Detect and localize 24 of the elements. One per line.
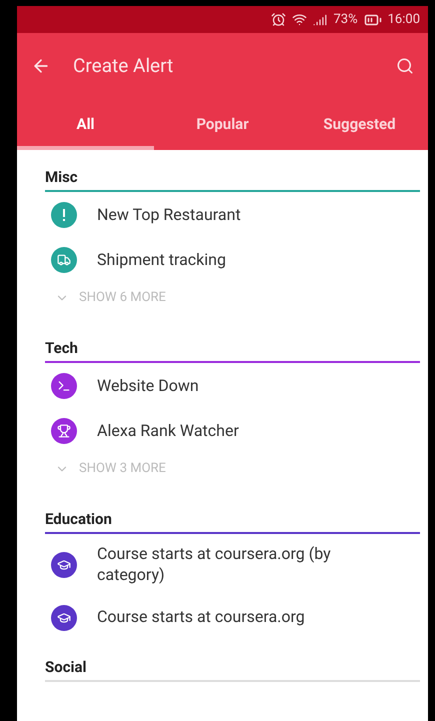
section-heading: Tech [45, 321, 420, 363]
alert-type-item[interactable]: New Top Restaurant [97, 204, 241, 226]
exclamation-icon [62, 209, 66, 221]
tab[interactable]: All [17, 98, 154, 150]
alert-type-item[interactable]: Course starts at coursera.org [97, 607, 305, 628]
wifi-icon [292, 12, 308, 27]
signal-icon [313, 12, 328, 26]
section-heading: Misc [45, 150, 420, 192]
graduation-cap-icon [57, 610, 71, 625]
graduation-cap-icon [57, 558, 71, 572]
section-heading: Education [45, 492, 420, 534]
alert-type-item[interactable]: Alexa Rank Watcher [97, 420, 239, 442]
terminal-icon [57, 379, 71, 393]
battery-percent: 73% [333, 12, 358, 27]
alert-type-item[interactable]: Shipment tracking [97, 250, 226, 270]
alert-type-item[interactable]: Website Down [97, 376, 199, 396]
section-heading: Social [45, 640, 420, 682]
search-button[interactable] [396, 56, 414, 74]
alert-type-item[interactable]: Course starts at coursera.org (by category) [97, 544, 397, 586]
truck-icon [57, 253, 71, 267]
clock-time: 16:00 [388, 12, 420, 27]
trophy-icon [57, 424, 71, 438]
screen-title: Create Alert [73, 54, 174, 77]
alarm-icon [271, 12, 286, 27]
